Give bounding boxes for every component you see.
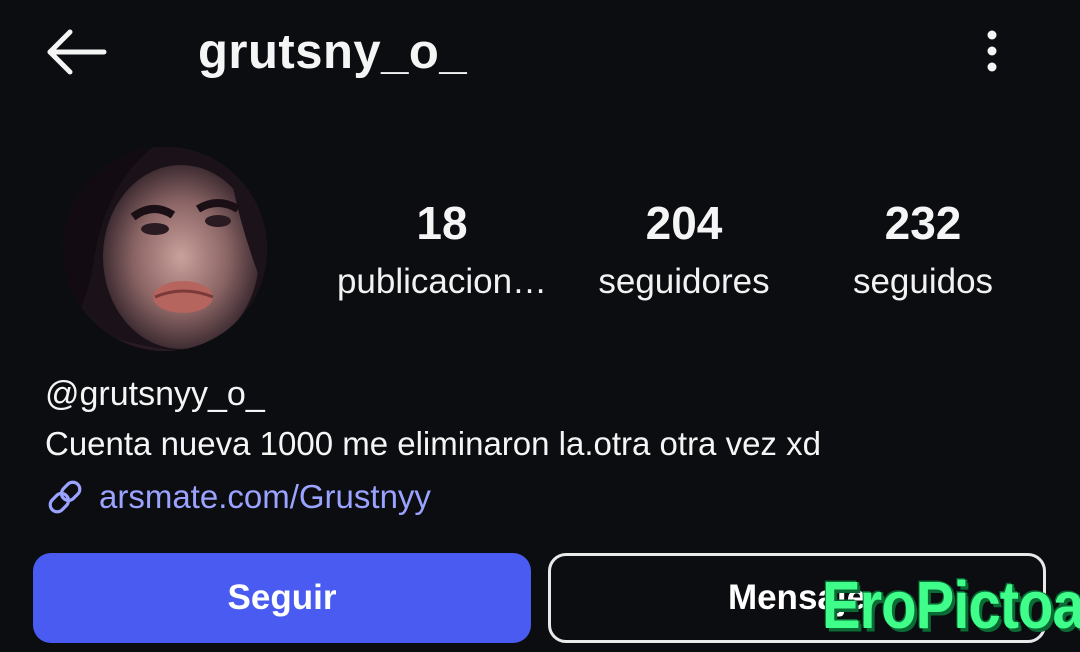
followers-label: seguidores [598, 262, 770, 301]
following-label: seguidos [852, 262, 994, 301]
arrow-left-icon [47, 29, 107, 75]
follow-button[interactable]: Seguir [33, 553, 531, 643]
posts-label: publicacion… [336, 262, 548, 301]
more-vertical-icon [987, 30, 997, 72]
profile-bio: Cuenta nueva 1000 me eliminaron la.otra … [45, 425, 821, 462]
top-app-bar: grutsny_o_ [0, 0, 1080, 110]
more-options-button[interactable] [966, 24, 1018, 78]
posts-count: 18 [416, 197, 468, 249]
following-count: 232 [884, 197, 962, 249]
profile-photo [63, 147, 267, 351]
following-stat[interactable]: 232 seguidos [803, 195, 1043, 307]
posts-stat[interactable]: 18 publicacion… [322, 195, 562, 307]
avatar[interactable] [63, 147, 267, 351]
link-text[interactable]: arsmate.com/Grustnyy [99, 478, 431, 516]
followers-count: 204 [645, 197, 723, 249]
link-icon [45, 476, 87, 518]
page-title: grutsny_o_ [198, 25, 468, 79]
profile-link[interactable]: arsmate.com/Grustnyy [45, 472, 431, 522]
back-button[interactable] [40, 24, 112, 80]
watermark-logo: EroPictoa [822, 568, 1080, 643]
followers-stat[interactable]: 204 seguidores [564, 195, 804, 307]
profile-handle: @grutsnyy_o_ [45, 375, 265, 413]
